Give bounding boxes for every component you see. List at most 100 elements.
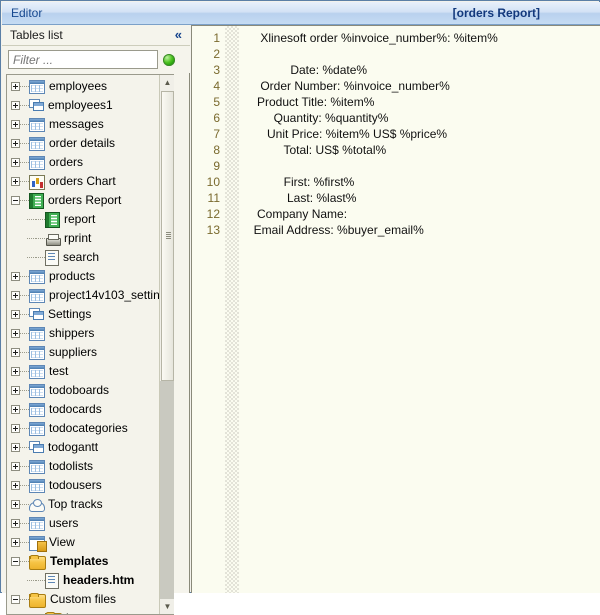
editor-line[interactable]: 5 Product Title: %item% [192, 94, 600, 110]
fold-cell[interactable] [225, 158, 239, 174]
tree-scrollbar-thumb[interactable] [161, 91, 174, 381]
tree-node[interactable]: View [7, 533, 174, 552]
fold-cell[interactable] [225, 110, 239, 126]
tree-node[interactable]: employees1 [7, 96, 174, 115]
tree-node[interactable]: shippers [7, 324, 174, 343]
tree-node[interactable]: todolists [7, 457, 174, 476]
tree-node-label: orders Report [48, 194, 121, 207]
expand-node-icon[interactable] [11, 348, 20, 357]
tree-node[interactable]: messages [7, 115, 174, 134]
expand-node-icon[interactable] [11, 519, 20, 528]
collapse-node-icon[interactable] [11, 557, 20, 566]
fold-cell[interactable] [225, 94, 239, 110]
tree-node[interactable]: todocategories [7, 419, 174, 438]
tree-node[interactable]: orders Report [7, 191, 174, 210]
editor-line[interactable]: 13 Email Address: %buyer_email% [192, 222, 600, 238]
expand-node-icon[interactable] [11, 291, 20, 300]
tree-node[interactable]: todocards [7, 400, 174, 419]
tree-connector [20, 276, 29, 278]
table-icon [29, 270, 45, 284]
tree-node[interactable]: Top tracks [7, 495, 174, 514]
expand-node-icon[interactable] [11, 481, 20, 490]
fold-cell[interactable] [225, 62, 239, 78]
expand-node-icon[interactable] [11, 443, 20, 452]
fold-cell[interactable] [225, 174, 239, 190]
tree-node[interactable]: orders [7, 153, 174, 172]
tree-root: employeesemployees1messagesorder details… [7, 75, 174, 615]
editor-line[interactable]: 7 Unit Price: %item% US$ %price% [192, 126, 600, 142]
expand-node-icon[interactable] [11, 538, 20, 547]
expand-node-icon[interactable] [11, 272, 20, 281]
chevron-double-left-icon[interactable]: « [175, 30, 182, 40]
expand-node-icon[interactable] [11, 367, 20, 376]
editor-line[interactable]: 11 Last: %last% [192, 190, 600, 206]
expand-node-icon[interactable] [11, 310, 20, 319]
tree-node[interactable]: rprint [7, 229, 174, 248]
tree-node[interactable]: todogantt [7, 438, 174, 457]
fold-cell[interactable] [225, 126, 239, 142]
expand-node-icon[interactable] [11, 405, 20, 414]
tree-node[interactable]: headers.htm [7, 571, 174, 590]
tree-scrollbar-track[interactable] [160, 381, 174, 599]
scroll-down-arrow-icon[interactable]: ▼ [160, 599, 174, 614]
tree-scrollbar[interactable]: ▲ ▼ [159, 75, 174, 614]
expand-node-icon[interactable] [11, 158, 20, 167]
fold-cell[interactable] [225, 30, 239, 46]
expand-node-icon[interactable] [11, 177, 20, 186]
tree-node[interactable]: todoboards [7, 381, 174, 400]
tree-node[interactable]: employees [7, 77, 174, 96]
editor-line[interactable]: 12 Company Name: [192, 206, 600, 222]
fold-cell[interactable] [225, 46, 239, 62]
tree-node[interactable]: orders Chart [7, 172, 174, 191]
tree-node[interactable]: users [7, 514, 174, 533]
tree-node[interactable]: suppliers [7, 343, 174, 362]
filter-input[interactable] [8, 50, 158, 69]
tree-node[interactable]: Settings [7, 305, 174, 324]
fold-cell[interactable] [225, 222, 239, 238]
tree-node[interactable]: test [7, 362, 174, 381]
tree-node[interactable]: search [7, 248, 174, 267]
expand-node-icon[interactable] [11, 139, 20, 148]
view-icon [29, 536, 45, 551]
editor-line[interactable]: 9 [192, 158, 600, 174]
expand-node-icon[interactable] [11, 462, 20, 471]
expand-node-icon[interactable] [11, 329, 20, 338]
tree-node[interactable]: Templates [7, 552, 174, 571]
tree-node-label: Settings [48, 308, 91, 321]
tree-connector [27, 257, 36, 259]
tree-node[interactable]: products [7, 267, 174, 286]
editor-line[interactable]: 1 Xlinesoft order %invoice_number%: %ite… [192, 30, 600, 46]
collapse-node-icon[interactable] [11, 196, 20, 205]
tree-connector [27, 219, 36, 221]
expand-node-icon[interactable] [11, 101, 20, 110]
fold-cell[interactable] [225, 206, 239, 222]
tree-node[interactable]: project14v103_settings [7, 286, 174, 305]
expand-node-icon[interactable] [11, 386, 20, 395]
tree-node[interactable]: todousers [7, 476, 174, 495]
fold-cell[interactable] [225, 78, 239, 94]
tree-node[interactable]: images [7, 609, 174, 615]
editor-line[interactable]: 4 Order Number: %invoice_number% [192, 78, 600, 94]
code-editor[interactable]: 1 Xlinesoft order %invoice_number%: %ite… [191, 25, 600, 593]
tree-connector [20, 504, 29, 506]
collapse-node-icon[interactable] [11, 595, 20, 604]
expand-node-icon[interactable] [11, 82, 20, 91]
editor-line[interactable]: 10 First: %first% [192, 174, 600, 190]
fold-cell[interactable] [225, 142, 239, 158]
editor-line[interactable]: 3 Date: %date% [192, 62, 600, 78]
editor-line[interactable]: 6 Quantity: %quantity% [192, 110, 600, 126]
editor-line[interactable]: 8 Total: US$ %total% [192, 142, 600, 158]
fold-cell[interactable] [225, 190, 239, 206]
tree-node[interactable]: order details [7, 134, 174, 153]
table-icon [29, 80, 45, 94]
expand-node-icon[interactable] [11, 500, 20, 509]
expand-node-icon[interactable] [11, 424, 20, 433]
table-icon [29, 346, 45, 360]
line-text: Order Number: %invoice_number% [239, 79, 600, 93]
tree-connector [20, 599, 29, 601]
tables-tree-view[interactable]: employeesemployees1messagesorder details… [6, 74, 174, 615]
expand-node-icon[interactable] [11, 120, 20, 129]
scroll-up-arrow-icon[interactable]: ▲ [160, 75, 174, 90]
editor-line[interactable]: 2 [192, 46, 600, 62]
tree-node[interactable]: report [7, 210, 174, 229]
